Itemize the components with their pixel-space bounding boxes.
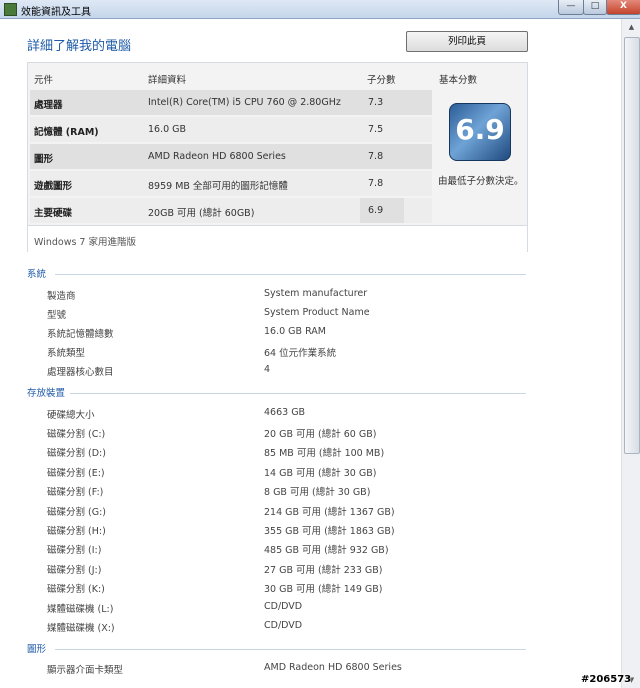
component-subscore: 7.5 <box>368 124 384 135</box>
content-area: 詳細了解我的電腦 列印此頁 元件 詳細資料 子分數 基本分數 處理器 Intel… <box>0 19 621 688</box>
storage-value: 214 GB 可用 (總計 1367 GB) <box>264 507 395 518</box>
rating-panel: 元件 詳細資料 子分數 基本分數 處理器 Intel(R) Core(TM) i… <box>27 62 528 252</box>
print-button[interactable]: 列印此頁 <box>406 31 528 52</box>
system-label: 製造商 <box>47 291 76 302</box>
component-name: 主要硬碟 <box>34 208 73 219</box>
base-score-area: 6.9 由最低子分數決定。 <box>432 87 525 225</box>
rating-row-graphics: 圖形 AMD Radeon HD 6800 Series 7.8 <box>30 144 432 169</box>
component-detail: Intel(R) Core(TM) i5 CPU 760 @ 2.80GHz <box>148 97 341 108</box>
storage-value: 85 MB 可用 (總計 100 MB) <box>264 448 385 459</box>
component-detail: 20GB 可用 (總計 60GB) <box>148 208 255 219</box>
component-detail: 16.0 GB <box>148 124 187 135</box>
component-detail: 8959 MB 全部可用的圖形記憶體 <box>148 181 288 192</box>
storage-label: 磁碟分割 (J:) <box>47 565 102 576</box>
component-name: 圖形 <box>34 154 54 165</box>
scrollbar-thumb[interactable] <box>624 37 640 454</box>
system-label: 型號 <box>47 310 67 321</box>
graphics-label: 顯示器介面卡類型 <box>47 665 124 676</box>
header-base-score: 基本分數 <box>439 75 478 86</box>
storage-value: 30 GB 可用 (總計 149 GB) <box>264 584 383 595</box>
base-score-badge: 6.9 <box>449 103 511 161</box>
storage-label: 磁碟分割 (I:) <box>47 545 102 556</box>
system-value: System Product Name <box>264 307 370 318</box>
storage-value: 8 GB 可用 (總計 30 GB) <box>264 487 371 498</box>
storage-value: CD/DVD <box>264 620 303 631</box>
storage-label: 磁碟分割 (E:) <box>47 468 105 479</box>
window-title: 效能資訊及工具 <box>21 7 91 18</box>
component-name: 遊戲圖形 <box>34 181 73 192</box>
rating-row-cpu: 處理器 Intel(R) Core(TM) i5 CPU 760 @ 2.80G… <box>30 90 432 115</box>
component-subscore: 7.8 <box>368 178 384 189</box>
section-divider <box>55 274 526 275</box>
system-label: 系統類型 <box>47 348 86 359</box>
storage-label: 磁碟分割 (G:) <box>47 507 106 518</box>
vertical-scrollbar[interactable]: ▲ ▼ <box>621 19 640 688</box>
storage-label: 磁碟分割 (D:) <box>47 448 106 459</box>
storage-label: 磁碟分割 (H:) <box>47 526 106 537</box>
storage-value: 20 GB 可用 (總計 60 GB) <box>264 429 377 440</box>
component-detail: AMD Radeon HD 6800 Series <box>148 151 286 162</box>
component-subscore: 6.9 <box>368 205 384 216</box>
page-title: 詳細了解我的電腦 <box>27 39 132 54</box>
graphics-value: AMD Radeon HD 6800 Series <box>264 662 402 673</box>
rating-row-primary-disk: 主要硬碟 20GB 可用 (總計 60GB) 6.9 <box>30 198 432 223</box>
title-bar: 效能資訊及工具 — □ X <box>0 0 640 19</box>
storage-value: 14 GB 可用 (總計 30 GB) <box>264 468 377 479</box>
storage-value: 485 GB 可用 (總計 932 GB) <box>264 545 389 556</box>
storage-label: 媒體磁碟機 (L:) <box>47 604 114 615</box>
section-title-storage: 存放裝置 <box>27 388 66 399</box>
storage-label: 磁碟分割 (F:) <box>47 487 104 498</box>
component-subscore: 7.3 <box>368 97 384 108</box>
component-name: 處理器 <box>34 100 63 111</box>
section-title-graphics: 圖形 <box>27 644 47 655</box>
storage-value: 27 GB 可用 (總計 233 GB) <box>264 565 383 576</box>
header-subscore: 子分數 <box>367 75 396 86</box>
windows-edition: Windows 7 家用進階版 <box>34 237 136 248</box>
component-subscore: 7.8 <box>368 151 384 162</box>
edition-footer: Windows 7 家用進階版 <box>28 225 527 252</box>
storage-value: 4663 GB <box>264 407 306 418</box>
close-button[interactable]: X <box>606 0 640 15</box>
system-label: 系統記憶體總數 <box>47 329 114 340</box>
component-name: 記憶體 (RAM) <box>34 127 99 138</box>
minimize-button[interactable]: — <box>558 0 584 15</box>
storage-label: 磁碟分割 (C:) <box>47 429 106 440</box>
base-score-value: 6.9 <box>455 113 505 146</box>
system-value: 16.0 GB RAM <box>264 326 326 337</box>
system-value: 4 <box>264 364 271 375</box>
storage-label: 磁碟分割 (K:) <box>47 584 105 595</box>
header-component: 元件 <box>34 75 54 86</box>
system-label: 處理器核心數目 <box>47 367 114 378</box>
app-icon <box>4 3 17 16</box>
section-divider <box>70 393 526 394</box>
system-value: System manufacturer <box>264 288 368 299</box>
storage-label: 媒體磁碟機 (X:) <box>47 623 115 634</box>
system-value: 64 位元作業系統 <box>264 348 337 359</box>
watermark: #206573 <box>581 674 632 685</box>
storage-value: 355 GB 可用 (總計 1863 GB) <box>264 526 395 537</box>
header-detail: 詳細資料 <box>148 75 187 86</box>
rating-row-gaming-graphics: 遊戲圖形 8959 MB 全部可用的圖形記憶體 7.8 <box>30 171 432 196</box>
storage-value: CD/DVD <box>264 601 303 612</box>
storage-label: 硬碟總大小 <box>47 410 95 421</box>
section-divider <box>55 649 526 650</box>
rating-row-memory: 記憶體 (RAM) 16.0 GB 7.5 <box>30 117 432 142</box>
section-title-system: 系統 <box>27 269 47 280</box>
maximize-button[interactable]: □ <box>583 0 607 15</box>
scroll-up-arrow-icon[interactable]: ▲ <box>622 19 640 35</box>
base-score-note: 由最低子分數決定。 <box>438 176 524 187</box>
